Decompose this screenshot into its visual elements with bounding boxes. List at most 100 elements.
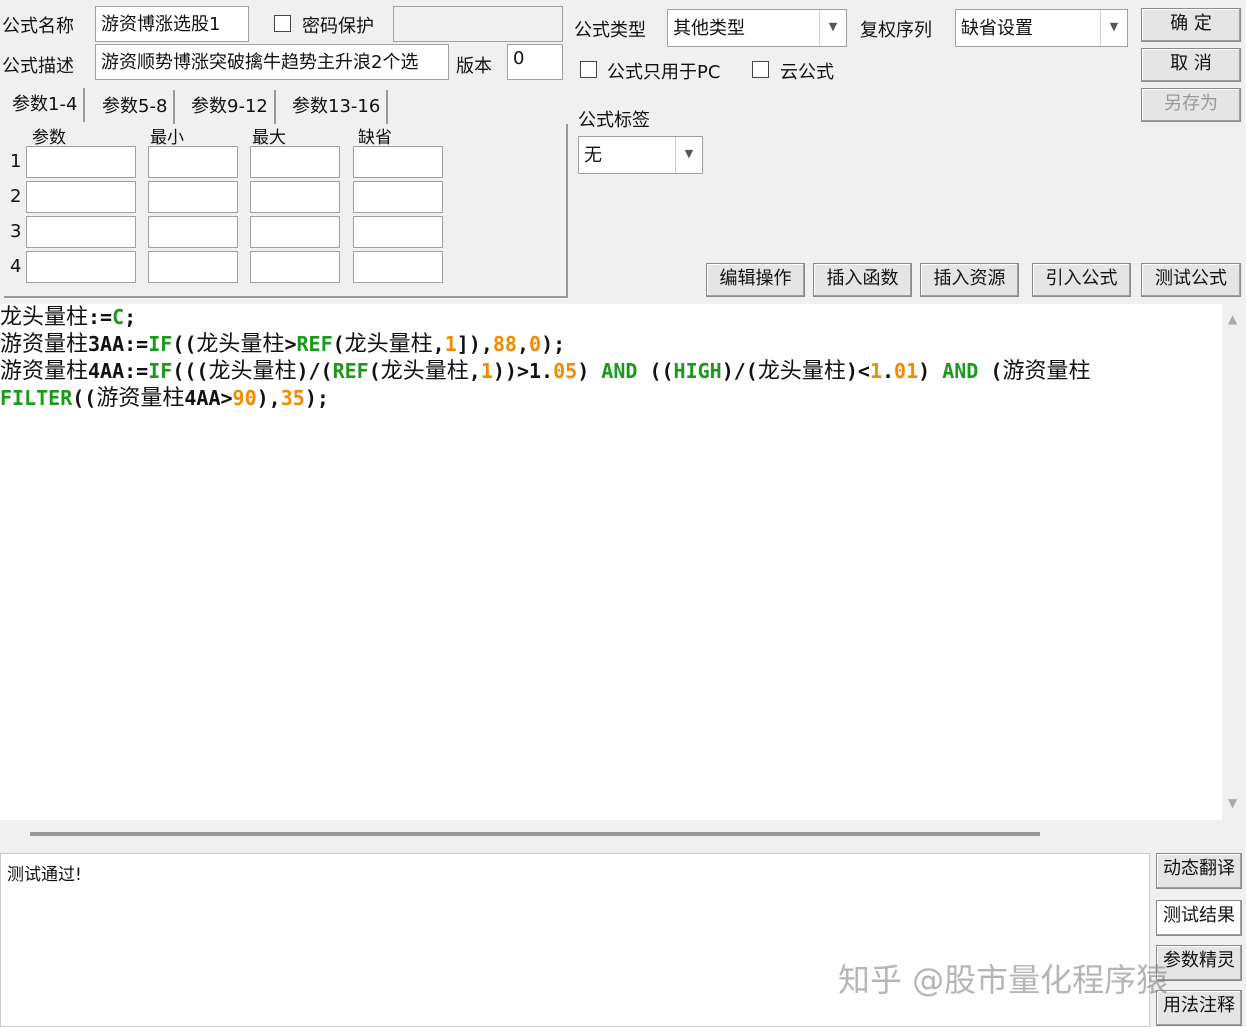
param-input-name[interactable]: [26, 251, 136, 283]
code-token: HIGH: [673, 359, 722, 383]
param-input-min[interactable]: [148, 216, 238, 248]
output-text: 测试通过!: [7, 865, 82, 885]
code-token: ): [577, 359, 602, 383]
code-token: (: [978, 359, 1003, 383]
code-token: 01: [894, 359, 919, 383]
code-token: 游资量柱: [96, 386, 185, 411]
desc-input[interactable]: 游资顺势博涨突破擒牛趋势主升浪2个选: [95, 44, 449, 80]
param-row-number: 1: [10, 151, 22, 172]
param-input-default[interactable]: [353, 146, 443, 178]
code-token: REF: [296, 332, 333, 356]
param-input-name[interactable]: [26, 146, 136, 178]
tab-params-5-8[interactable]: 参数5-8: [96, 90, 176, 124]
insert-function-button[interactable]: 插入函数: [813, 263, 912, 297]
code-token: 1: [480, 359, 493, 383]
version-input[interactable]: 0: [507, 44, 563, 80]
code-token: )/(: [721, 359, 758, 383]
chevron-down-icon: ▼: [819, 10, 846, 46]
code-token: ),: [256, 386, 281, 410]
code-token: ((: [637, 359, 674, 383]
test-result-button[interactable]: 测试结果: [1156, 900, 1242, 936]
name-input[interactable]: 游资博涨选股1: [95, 6, 249, 42]
code-token: 1: [444, 332, 457, 356]
code-token: 龙头量柱: [380, 359, 469, 384]
code-token: AND: [942, 359, 979, 383]
code-token: ,: [432, 332, 445, 356]
param-input-min[interactable]: [148, 146, 238, 178]
tab-params-13-16[interactable]: 参数13-16: [286, 90, 389, 124]
code-token: ]),: [456, 332, 493, 356]
rights-select[interactable]: 缺省设置 ▼: [955, 9, 1128, 47]
tag-label: 公式标签: [578, 110, 650, 131]
param-input-default[interactable]: [353, 181, 443, 213]
scroll-thumb[interactable]: [30, 832, 1040, 836]
code-token: 龙头量柱: [0, 305, 89, 330]
password-input[interactable]: [393, 6, 563, 42]
vertical-scrollbar[interactable]: ▲ ▼: [1222, 304, 1246, 820]
code-token: ((: [172, 332, 197, 356]
code-token: 游资量柱: [0, 332, 89, 357]
tag-select[interactable]: 无 ▼: [578, 136, 703, 174]
pc-only-checkbox[interactable]: [580, 61, 597, 78]
code-token: (: [332, 332, 345, 356]
param-header: 参数: [32, 128, 66, 148]
code-token: 3AA:=: [88, 332, 149, 356]
code-token: (: [368, 359, 381, 383]
scroll-down-icon[interactable]: ▼: [1228, 796, 1237, 810]
param-input-min[interactable]: [148, 181, 238, 213]
code-token: 游资量柱: [1002, 359, 1091, 384]
cloud-checkbox[interactable]: [752, 61, 769, 78]
insert-resource-button[interactable]: 插入资源: [920, 263, 1019, 297]
param-input-name[interactable]: [26, 181, 136, 213]
code-token: )/(: [296, 359, 333, 383]
cloud-label: 云公式: [780, 62, 834, 83]
code-token: >: [284, 332, 297, 356]
code-token: 4AA>: [184, 386, 233, 410]
code-token: ,: [468, 359, 481, 383]
param-input-max[interactable]: [250, 146, 340, 178]
param-input-max[interactable]: [250, 251, 340, 283]
code-editor[interactable]: 龙头量柱:=C; 游资量柱3AA:=IF((龙头量柱>REF(龙头量柱,1]),8…: [0, 304, 1222, 820]
param-input-name[interactable]: [26, 216, 136, 248]
chevron-down-icon: ▼: [675, 137, 702, 173]
import-formula-button[interactable]: 引入公式: [1032, 263, 1131, 297]
code-token: 1: [869, 359, 882, 383]
code-token: 88: [492, 332, 517, 356]
save-as-button[interactable]: 另存为: [1141, 88, 1241, 122]
code-token: 05: [553, 359, 578, 383]
param-input-max[interactable]: [250, 181, 340, 213]
param-input-min[interactable]: [148, 251, 238, 283]
rights-value: 缺省设置: [961, 18, 1033, 39]
code-token: ;: [124, 305, 137, 329]
tab-params-1-4[interactable]: 参数1-4: [6, 88, 86, 122]
scroll-up-icon[interactable]: ▲: [1228, 312, 1237, 326]
param-input-default[interactable]: [353, 216, 443, 248]
password-checkbox[interactable]: [274, 15, 291, 32]
password-label: 密码保护: [302, 16, 374, 37]
code-token: 龙头量柱: [208, 359, 297, 384]
code-token: 4AA:=: [88, 359, 149, 383]
param-input-default[interactable]: [353, 251, 443, 283]
name-label: 公式名称: [2, 16, 74, 37]
code-token: )<: [845, 359, 870, 383]
watermark: 知乎 @股市量化程序猿: [838, 961, 1169, 999]
code-token: 龙头量柱: [757, 359, 846, 384]
code-line: 龙头量柱:=C;: [0, 304, 1222, 331]
param-input-max[interactable]: [250, 216, 340, 248]
chevron-down-icon: ▼: [1100, 10, 1127, 46]
edit-ops-button[interactable]: 编辑操作: [706, 263, 805, 297]
dynamic-translate-button[interactable]: 动态翻译: [1156, 853, 1242, 889]
code-token: );: [304, 386, 329, 410]
type-select[interactable]: 其他类型 ▼: [667, 9, 847, 47]
horizontal-scrollbar[interactable]: [0, 820, 1246, 850]
cancel-button[interactable]: 取 消: [1141, 48, 1241, 82]
usage-notes-button[interactable]: 用法注释: [1156, 990, 1242, 1026]
test-formula-button[interactable]: 测试公式: [1141, 263, 1241, 297]
param-row-number: 2: [10, 186, 22, 207]
tab-params-9-12[interactable]: 参数9-12: [185, 90, 276, 124]
param-wizard-button[interactable]: 参数精灵: [1156, 945, 1242, 981]
min-header: 最小: [150, 128, 184, 148]
ok-button[interactable]: 确 定: [1141, 8, 1241, 42]
code-token: REF: [332, 359, 369, 383]
rights-label: 复权序列: [860, 20, 932, 41]
